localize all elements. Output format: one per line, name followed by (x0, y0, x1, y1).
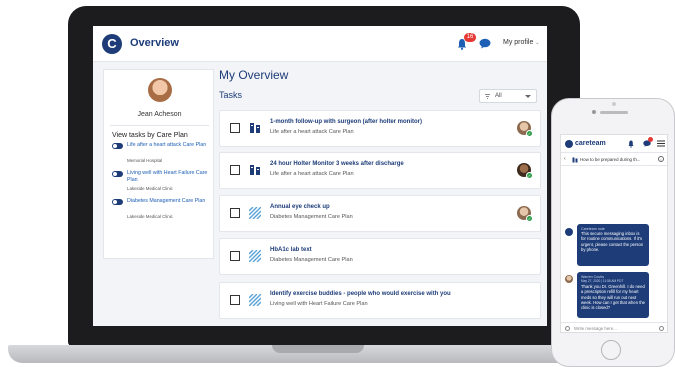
toggle-switch[interactable] (112, 143, 123, 149)
building-icon (572, 157, 578, 163)
building-icon (250, 123, 260, 133)
care-plan-location: Lakeside Medical Clinic (127, 186, 173, 191)
building-icon (250, 165, 260, 175)
task-title[interactable]: 1-month follow-up with surgeon (after ho… (270, 119, 422, 125)
home-button[interactable] (601, 340, 621, 360)
task-card[interactable]: 1-month follow-up with surgeon (after ho… (219, 110, 541, 147)
task-card[interactable]: Identify exercise buddies - people who w… (219, 282, 541, 319)
task-title[interactable]: Annual eye check up (270, 204, 330, 210)
desktop-app-screen: C Overview 16 My profile ⌄ Jean Acheson … (93, 26, 547, 326)
phone-speaker (600, 111, 628, 114)
user-avatar (148, 78, 172, 102)
conversation-title[interactable]: How to be prepared during th... (580, 157, 641, 162)
app-header: C Overview 16 My profile ⌄ (93, 26, 547, 62)
careteam-avatar (565, 228, 573, 236)
toggle-switch[interactable] (112, 199, 123, 205)
task-title[interactable]: 24 hour Holter Monitor 3 weeks after dis… (270, 161, 404, 167)
user-name: Jean Acheson (137, 111, 182, 118)
task-checkbox[interactable] (230, 251, 240, 261)
filter-icon (485, 94, 490, 99)
check-icon: ✓ (526, 130, 533, 137)
check-icon: ✓ (526, 215, 533, 222)
task-plan: Diabetes Management Care Plan (270, 214, 353, 220)
task-title[interactable]: HbA1c lab text (270, 247, 312, 253)
care-plan-panel: Jean Acheson View tasks by Care Plan Lif… (103, 69, 214, 259)
care-plan-heading: View tasks by Care Plan (112, 132, 188, 139)
chat-icon[interactable] (479, 38, 491, 49)
task-card[interactable]: Annual eye check up Diabetes Management … (219, 195, 541, 232)
notification-badge (648, 137, 653, 142)
task-plan: Living well with Heart Failure Care Plan (270, 301, 368, 307)
chevron-down-icon (525, 95, 531, 98)
careteam-logo-icon[interactable]: C (102, 34, 122, 54)
conversation-bar: ‹ How to be prepared during th... i (561, 154, 667, 166)
message-bubble: Careteam note This secure messaging inbo… (577, 224, 649, 266)
tasks-heading: Tasks (219, 90, 243, 100)
chevron-down-icon: ⌄ (535, 40, 540, 46)
message-time: May 27, 2020 | 11:55 AM PDT (581, 279, 624, 283)
laptop-notch (272, 345, 364, 353)
brand-name: careteam (575, 140, 606, 147)
toggle-switch[interactable] (112, 171, 123, 177)
info-icon[interactable]: i (658, 156, 664, 162)
care-plan-name[interactable]: Life after a heart attack Care Plan (127, 142, 212, 149)
message-input[interactable]: Write message here... (561, 322, 667, 332)
task-checkbox[interactable] (230, 208, 240, 218)
message-text: Thank you Dr. Greenhill. I do need a pre… (581, 284, 646, 311)
care-plan-location: Memorial Hospital (127, 158, 163, 163)
message-text: This secure messaging inbox is for routi… (581, 231, 644, 252)
back-icon[interactable]: ‹ (564, 156, 566, 162)
phone-camera (592, 110, 596, 114)
task-plan: Life after a heart attack Care Plan (270, 129, 354, 135)
task-filter-select[interactable]: All (479, 89, 537, 103)
phone-frame: careteam ‹ How to be prepared during th.… (551, 98, 675, 367)
care-plan-location: Lakeside Medical Clinic (127, 214, 173, 219)
check-icon: ✓ (526, 172, 533, 179)
task-plan: Life after a heart attack Care Plan (270, 171, 354, 177)
phone-sensor (612, 102, 616, 106)
task-card[interactable]: HbA1c lab text Diabetes Management Care … (219, 238, 541, 275)
sender-avatar (565, 275, 573, 283)
device-mockup: C Overview 16 My profile ⌄ Jean Acheson … (0, 0, 675, 367)
task-card[interactable]: 24 hour Holter Monitor 3 weeks after dis… (219, 152, 541, 189)
task-checkbox[interactable] (230, 165, 240, 175)
notification-badge: 16 (464, 33, 476, 42)
stripes-icon (249, 250, 261, 262)
stripes-icon (249, 294, 261, 306)
profile-label: My profile (503, 39, 534, 46)
care-plan-name[interactable]: Diabetes Management Care Plan (127, 198, 212, 205)
careteam-logo-icon[interactable] (565, 140, 573, 148)
profile-menu[interactable]: My profile ⌄ (503, 39, 540, 46)
mobile-header: careteam (561, 135, 667, 153)
task-title[interactable]: Identify exercise buddies - people who w… (270, 291, 451, 297)
page-title: Overview (130, 37, 179, 49)
task-checkbox[interactable] (230, 123, 240, 133)
divider (110, 125, 209, 126)
task-checkbox[interactable] (230, 295, 240, 305)
main-title: My Overview (219, 68, 289, 82)
stripes-icon (249, 207, 261, 219)
hamburger-menu-icon[interactable] (657, 140, 665, 147)
send-icon[interactable] (659, 326, 664, 331)
emoji-icon[interactable] (565, 326, 570, 331)
task-plan: Diabetes Management Care Plan (270, 257, 353, 263)
message-bubble: Warren Coutts May 27, 2020 | 11:55 AM PD… (577, 272, 649, 318)
filter-selected: All (495, 93, 502, 99)
care-plan-name[interactable]: Living well with Heart Failure Care Plan (127, 170, 212, 184)
message-placeholder[interactable]: Write message here... (574, 326, 617, 331)
bell-icon[interactable] (628, 140, 634, 148)
mobile-app-screen: careteam ‹ How to be prepared during th.… (560, 134, 668, 333)
